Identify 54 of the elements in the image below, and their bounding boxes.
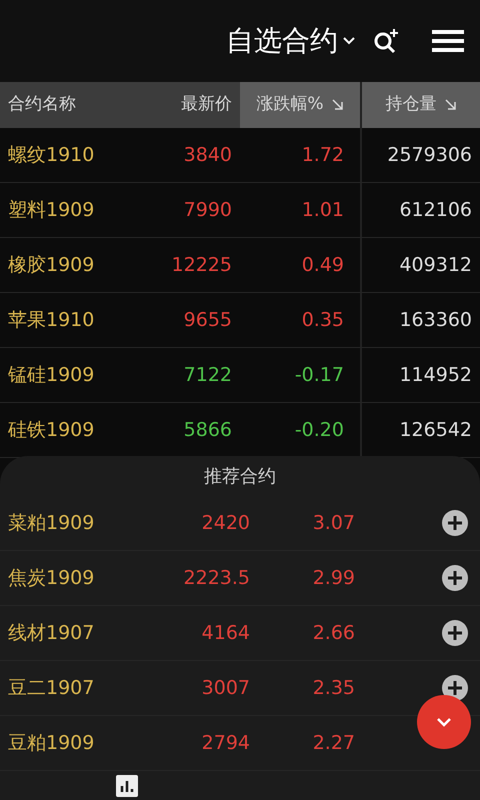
price-cell-text: 7122 (182, 362, 233, 388)
price-cell-text: 2420 (200, 510, 250, 536)
change-cell-text: 0.49 (300, 252, 345, 278)
column-header[interactable]: 合约名称 (0, 82, 160, 128)
contract-name: 螺纹1910 (7, 142, 96, 168)
sort-arrow-icon (444, 99, 456, 111)
add-icon[interactable] (442, 620, 468, 646)
change-cell-text: 0.35 (300, 308, 345, 333)
title-dropdown[interactable]: 自选合约 (226, 20, 356, 62)
menu-icon[interactable] (432, 29, 464, 53)
add-icon[interactable] (442, 510, 468, 536)
price-cell-text: 5866 (182, 418, 233, 443)
change-cell-text: 2.35 (312, 676, 355, 701)
change-cell-text: 3.07 (312, 510, 355, 536)
contract-name: 锰硅1909 (7, 362, 96, 388)
panel-title: 推荐合约 (204, 464, 276, 488)
change-cell-text: 1.72 (300, 142, 345, 168)
contract-name: 塑料1909 (7, 198, 96, 223)
price-cell-text: 2794 (200, 730, 250, 756)
contract-name: 焦炭1909 (7, 566, 96, 591)
price-cell-text: 9655 (182, 308, 233, 333)
chevron-down-icon (342, 36, 356, 46)
holdings-cell: 114952 (360, 348, 480, 402)
price-cell-text: 2223.5 (182, 566, 250, 591)
chart-icon[interactable] (116, 774, 138, 796)
holdings-cell: 163360 (360, 293, 480, 347)
holdings-cell: 409312 (360, 238, 480, 292)
holdings-cell: 612106 (360, 183, 480, 237)
search-add-icon[interactable] (372, 27, 400, 55)
change-cell-text: -0.17 (294, 362, 345, 388)
column-header[interactable]: 最新价 (160, 82, 240, 128)
price-cell-text: 3840 (182, 142, 233, 168)
price-cell-text: 12225 (170, 252, 233, 278)
change-cell-text: 2.99 (312, 566, 355, 591)
contract-name: 硅铁1909 (7, 418, 96, 443)
price-cell-text: 3007 (200, 676, 250, 701)
add-icon[interactable] (442, 565, 468, 591)
contract-name: 豆粕1909 (7, 730, 96, 756)
change-cell-text: -0.20 (294, 418, 345, 443)
change-cell-text: 2.66 (312, 620, 355, 646)
contract-name: 菜粕1909 (7, 510, 96, 536)
contract-name: 豆二1907 (7, 676, 96, 701)
change-cell-text: 2.27 (312, 730, 355, 756)
contract-name: 橡胶1909 (7, 252, 96, 278)
column-header[interactable]: 涨跌幅% (240, 82, 360, 128)
price-cell-text: 4164 (200, 620, 250, 646)
sort-arrow-icon (332, 99, 344, 111)
change-cell-text: 1.01 (300, 198, 345, 223)
contract-name: 线材1907 (7, 620, 96, 646)
contract-name: 苹果1910 (7, 308, 96, 333)
chevron-down-icon (436, 717, 452, 727)
column-header[interactable]: 持仓量 (360, 82, 480, 128)
holdings-cell: 2579306 (360, 128, 480, 182)
price-cell-text: 7990 (182, 198, 233, 223)
